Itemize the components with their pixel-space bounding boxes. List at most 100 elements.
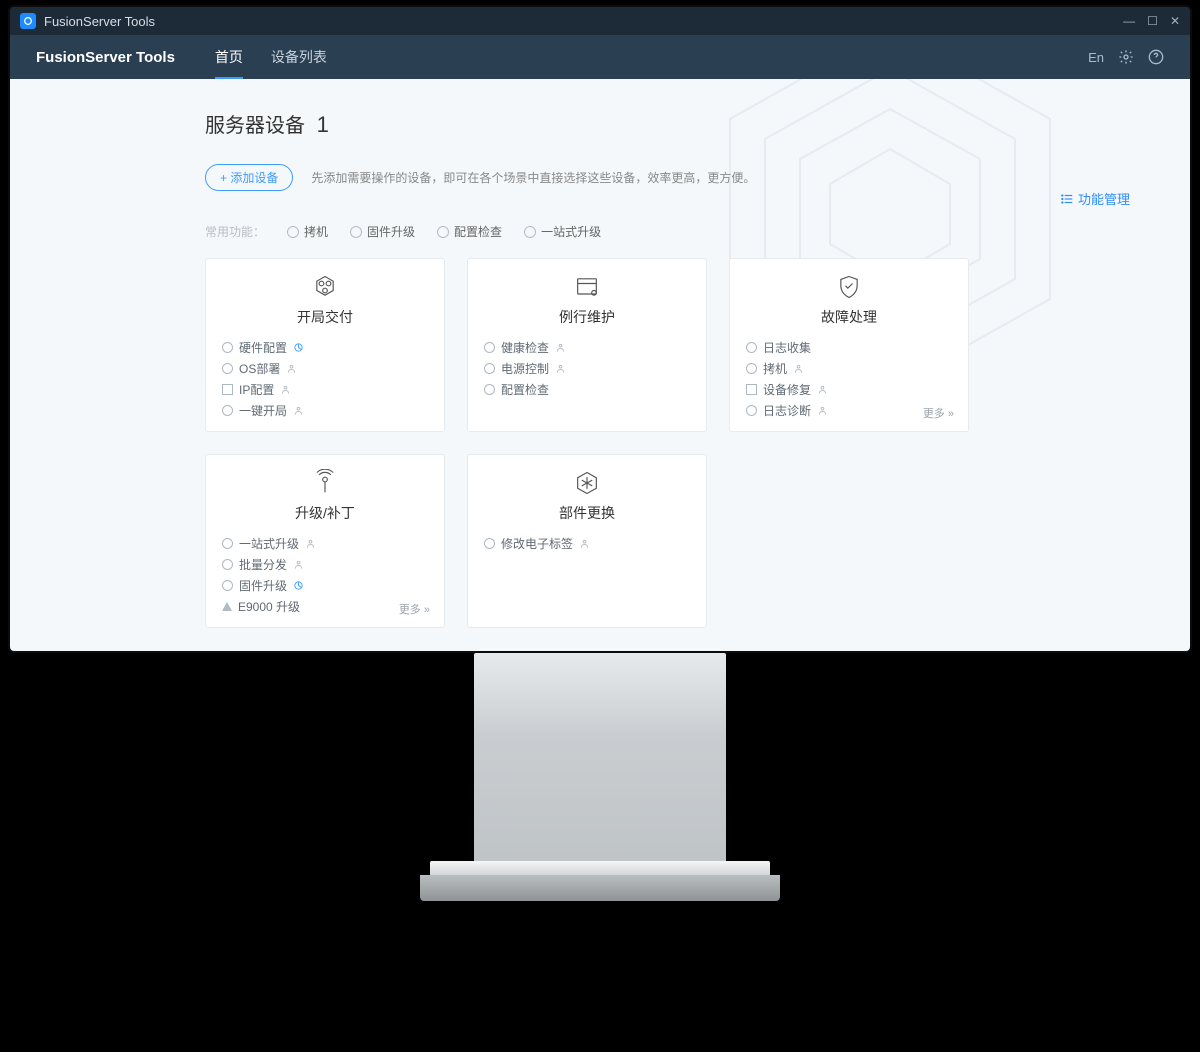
shortcut-item[interactable]: 拷机 xyxy=(287,223,328,240)
triangle-icon xyxy=(222,602,232,611)
shortcut-item[interactable]: 固件升级 xyxy=(350,223,415,240)
person-icon xyxy=(305,538,316,549)
cards-grid: 开局交付硬件配置OS部署IP配置一键开局例行维护健康检查电源控制配置检查故障处理… xyxy=(205,258,1190,628)
square-icon xyxy=(746,384,757,395)
card-item[interactable]: 批量分发 xyxy=(222,554,428,575)
pie-icon xyxy=(293,580,304,591)
radio-icon xyxy=(222,538,233,549)
card-item-label: E9000 升级 xyxy=(238,598,300,615)
card-item[interactable]: 固件升级 xyxy=(222,575,428,596)
card-item[interactable]: 日志诊断 xyxy=(746,400,952,421)
card-item[interactable]: IP配置 xyxy=(222,379,428,400)
radio-icon xyxy=(484,538,495,549)
card-item-label: 拷机 xyxy=(763,360,787,377)
radio-icon xyxy=(484,384,495,395)
add-device-button[interactable]: + 添加设备 xyxy=(205,164,293,191)
card-item-label: 配置检查 xyxy=(501,381,549,398)
heading-text: 服务器设备 xyxy=(205,115,305,137)
card-item[interactable]: 设备修复 xyxy=(746,379,952,400)
card-item[interactable]: OS部署 xyxy=(222,358,428,379)
card-item-label: 电源控制 xyxy=(501,360,549,377)
app-icon xyxy=(20,13,36,29)
tab-device-list[interactable]: 设备列表 xyxy=(271,47,327,67)
person-icon xyxy=(793,363,804,374)
radio-icon xyxy=(437,226,449,238)
shortcut-item[interactable]: 配置检查 xyxy=(437,223,502,240)
card-item[interactable]: 拷机 xyxy=(746,358,952,379)
card-title: 部件更换 xyxy=(484,503,690,523)
hex-icon xyxy=(311,273,339,301)
card-antenna: 升级/补丁一站式升级批量分发固件升级 E9000 升级 更多 » xyxy=(205,454,445,628)
card-item-label: IP配置 xyxy=(239,381,274,398)
close-button[interactable]: ✕ xyxy=(1170,14,1180,28)
maximize-button[interactable]: ☐ xyxy=(1147,14,1158,28)
card-shield: 故障处理日志收集拷机设备修复日志诊断更多 » xyxy=(729,258,969,432)
tab-home[interactable]: 首页 xyxy=(215,47,243,67)
add-hint: 先添加需要操作的设备，即可在各个场景中直接选择这些设备，效率更高，更方便。 xyxy=(311,169,755,186)
person-icon xyxy=(286,363,297,374)
card-item-label: 设备修复 xyxy=(763,381,811,398)
card-item[interactable]: 配置检查 xyxy=(484,379,690,400)
radio-icon xyxy=(484,363,495,374)
card-item-label: 固件升级 xyxy=(239,577,287,594)
card-item[interactable]: 电源控制 xyxy=(484,358,690,379)
card-item-label: 批量分发 xyxy=(239,556,287,573)
card-item[interactable]: 一站式升级 xyxy=(222,533,428,554)
radio-icon xyxy=(350,226,362,238)
titlebar: FusionServer Tools — ☐ ✕ xyxy=(10,7,1190,35)
radio-icon xyxy=(746,405,757,416)
window-title: FusionServer Tools xyxy=(44,14,155,29)
more-link[interactable]: 更多 » xyxy=(923,405,954,421)
shortcuts-label: 常用功能： xyxy=(205,223,265,240)
card-item-label: 修改电子标签 xyxy=(501,535,573,552)
radio-icon xyxy=(484,342,495,353)
card-item[interactable]: 日志收集 xyxy=(746,337,952,358)
card-item[interactable]: E9000 升级 xyxy=(222,596,428,617)
page-heading: 服务器设备 1 xyxy=(205,109,1190,138)
card-hex: 开局交付硬件配置OS部署IP配置一键开局 xyxy=(205,258,445,432)
person-icon xyxy=(817,405,828,416)
snow-icon xyxy=(573,469,601,497)
person-icon xyxy=(579,538,590,549)
person-icon xyxy=(280,384,291,395)
monitor-stand xyxy=(470,653,730,933)
shortcuts-row: 常用功能： 拷机 固件升级 配置检查 一站式升级 xyxy=(205,223,1190,240)
lang-toggle[interactable]: En xyxy=(1088,50,1104,65)
person-icon xyxy=(293,405,304,416)
antenna-icon xyxy=(311,469,339,497)
card-item-label: 日志诊断 xyxy=(763,402,811,419)
card-item-label: 健康检查 xyxy=(501,339,549,356)
radio-icon xyxy=(222,580,233,591)
card-title: 升级/补丁 xyxy=(222,503,428,523)
list-icon xyxy=(1060,192,1074,206)
person-icon xyxy=(555,363,566,374)
radio-icon xyxy=(746,342,757,353)
brand: FusionServer Tools xyxy=(36,49,175,66)
card-item[interactable]: 硬件配置 xyxy=(222,337,428,358)
radio-icon xyxy=(222,559,233,570)
pie-icon xyxy=(293,342,304,353)
card-item-label: OS部署 xyxy=(239,360,280,377)
shield-icon xyxy=(835,273,863,301)
device-count: 1 xyxy=(317,112,329,137)
minimize-button[interactable]: — xyxy=(1123,14,1135,28)
navbar: FusionServer Tools 首页 设备列表 En xyxy=(10,35,1190,79)
card-item[interactable]: 一键开局 xyxy=(222,400,428,421)
person-icon xyxy=(293,559,304,570)
content-area: 服务器设备 1 + 添加设备 先添加需要操作的设备，即可在各个场景中直接选择这些… xyxy=(10,79,1190,651)
app-window: FusionServer Tools — ☐ ✕ FusionServer To… xyxy=(8,5,1192,653)
card-item-label: 一站式升级 xyxy=(239,535,299,552)
help-icon[interactable] xyxy=(1148,49,1164,65)
radio-icon xyxy=(287,226,299,238)
card-item[interactable]: 健康检查 xyxy=(484,337,690,358)
card-title: 例行维护 xyxy=(484,307,690,327)
card-item[interactable]: 修改电子标签 xyxy=(484,533,690,554)
shortcut-item[interactable]: 一站式升级 xyxy=(524,223,601,240)
gear-icon[interactable] xyxy=(1118,49,1134,65)
radio-icon xyxy=(524,226,536,238)
radio-icon xyxy=(222,342,233,353)
function-management-link[interactable]: 功能管理 xyxy=(1060,189,1130,208)
more-link[interactable]: 更多 » xyxy=(399,601,430,617)
card-window: 例行维护健康检查电源控制配置检查 xyxy=(467,258,707,432)
window-icon xyxy=(573,273,601,301)
